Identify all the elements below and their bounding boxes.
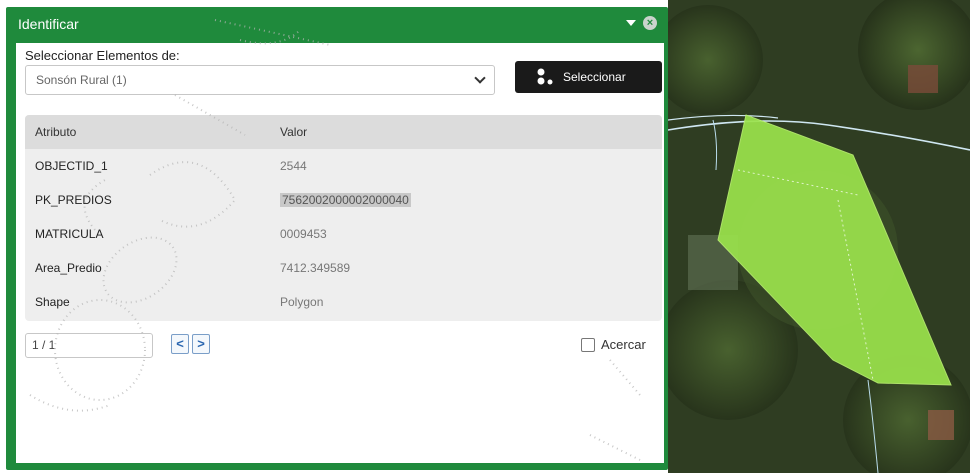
row-value: Polygon [280,295,324,309]
panel-title: Identificar [18,16,79,32]
row-attribute: MATRICULA [35,227,104,241]
previous-page-button[interactable]: < [171,334,189,354]
table-row: PK_PREDIOS 7562002000002000040 [25,183,662,217]
row-attribute: Area_Predio [35,261,102,275]
attribute-table: Atributo Valor OBJECTID_1 2544 PK_PREDIO… [25,115,662,321]
table-header: Atributo Valor [25,115,662,149]
header-attribute: Atributo [35,125,77,139]
row-attribute: Shape [35,295,70,309]
row-value-selected[interactable]: 7562002000002000040 [280,193,411,207]
row-attribute: PK_PREDIOS [35,193,112,207]
layer-select[interactable]: Sonsón Rural (1) [25,65,495,95]
select-button-label: Seleccionar [563,70,626,84]
header-value: Valor [280,125,308,139]
panel-header[interactable]: Identificar × [6,7,668,43]
table-row: Area_Predio 7412.349589 [25,251,662,285]
map-view[interactable] [668,0,970,473]
identify-panel: Identificar × Seleccionar Elementos de: … [6,7,668,470]
next-page-button[interactable]: > [192,334,210,354]
layer-select-value: Sonsón Rural (1) [36,73,127,87]
row-value: 7412.349589 [280,261,351,275]
page-input[interactable]: 1 / 1 [25,333,153,358]
panel-body: Seleccionar Elementos de: Sonsón Rural (… [16,43,664,463]
table-row: Shape Polygon [25,285,662,319]
select-features-icon [537,68,553,85]
select-elements-label: Seleccionar Elementos de: [25,48,180,63]
row-value: 2544 [280,159,307,173]
chevron-down-icon [474,72,486,84]
close-icon[interactable]: × [643,16,657,30]
table-row: MATRICULA 0009453 [25,217,662,251]
table-row: OBJECTID_1 2544 [25,149,662,183]
select-button[interactable]: Seleccionar [515,61,662,93]
collapse-arrow-icon[interactable] [626,20,636,26]
zoom-to-checkbox[interactable] [581,338,595,352]
row-value: 0009453 [280,227,327,241]
zoom-to-label: Acercar [601,337,646,352]
map-imagery [668,0,970,473]
row-attribute: OBJECTID_1 [35,159,108,173]
